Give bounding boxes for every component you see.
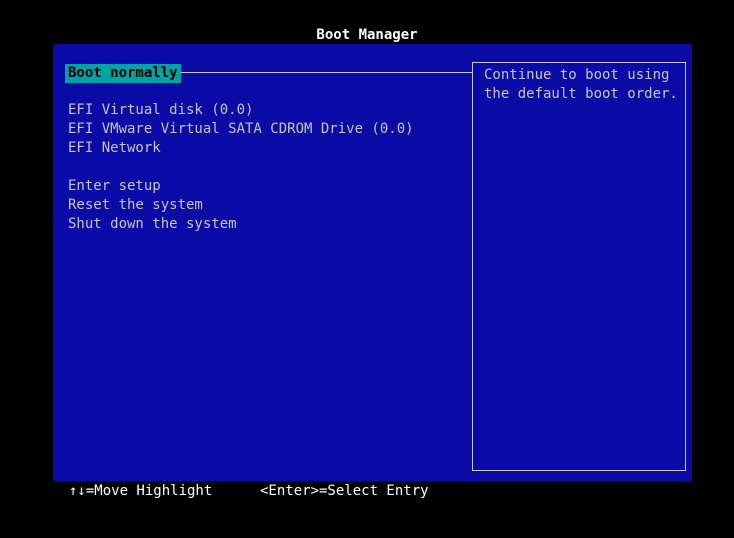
help-panel: Continue to boot using the default boot … [472,62,686,471]
boot-menu: Boot normally EFI Virtual disk (0.0) EFI… [53,44,472,481]
footer-select-hint: <Enter>=Select Entry [260,483,429,499]
menu-item-reset-system[interactable]: Reset the system [68,196,203,215]
menu-item-boot-normally[interactable]: Boot normally [65,64,181,83]
boot-manager-screen: Boot normally EFI Virtual disk (0.0) EFI… [53,44,692,481]
selection-connector-line [181,72,472,73]
menu-item-shut-down-system[interactable]: Shut down the system [68,215,237,234]
help-text: Continue to boot using the default boot … [484,67,678,102]
menu-item-efi-vmware-sata-cdrom[interactable]: EFI VMware Virtual SATA CDROM Drive (0.0… [68,120,414,139]
boot-manager-title: Boot Manager [316,27,418,43]
footer-move-hint: ↑↓=Move Highlight [69,483,213,499]
menu-item-efi-network[interactable]: EFI Network [68,139,161,158]
menu-item-efi-virtual-disk[interactable]: EFI Virtual disk (0.0) [68,101,253,120]
menu-item-enter-setup[interactable]: Enter setup [68,177,161,196]
